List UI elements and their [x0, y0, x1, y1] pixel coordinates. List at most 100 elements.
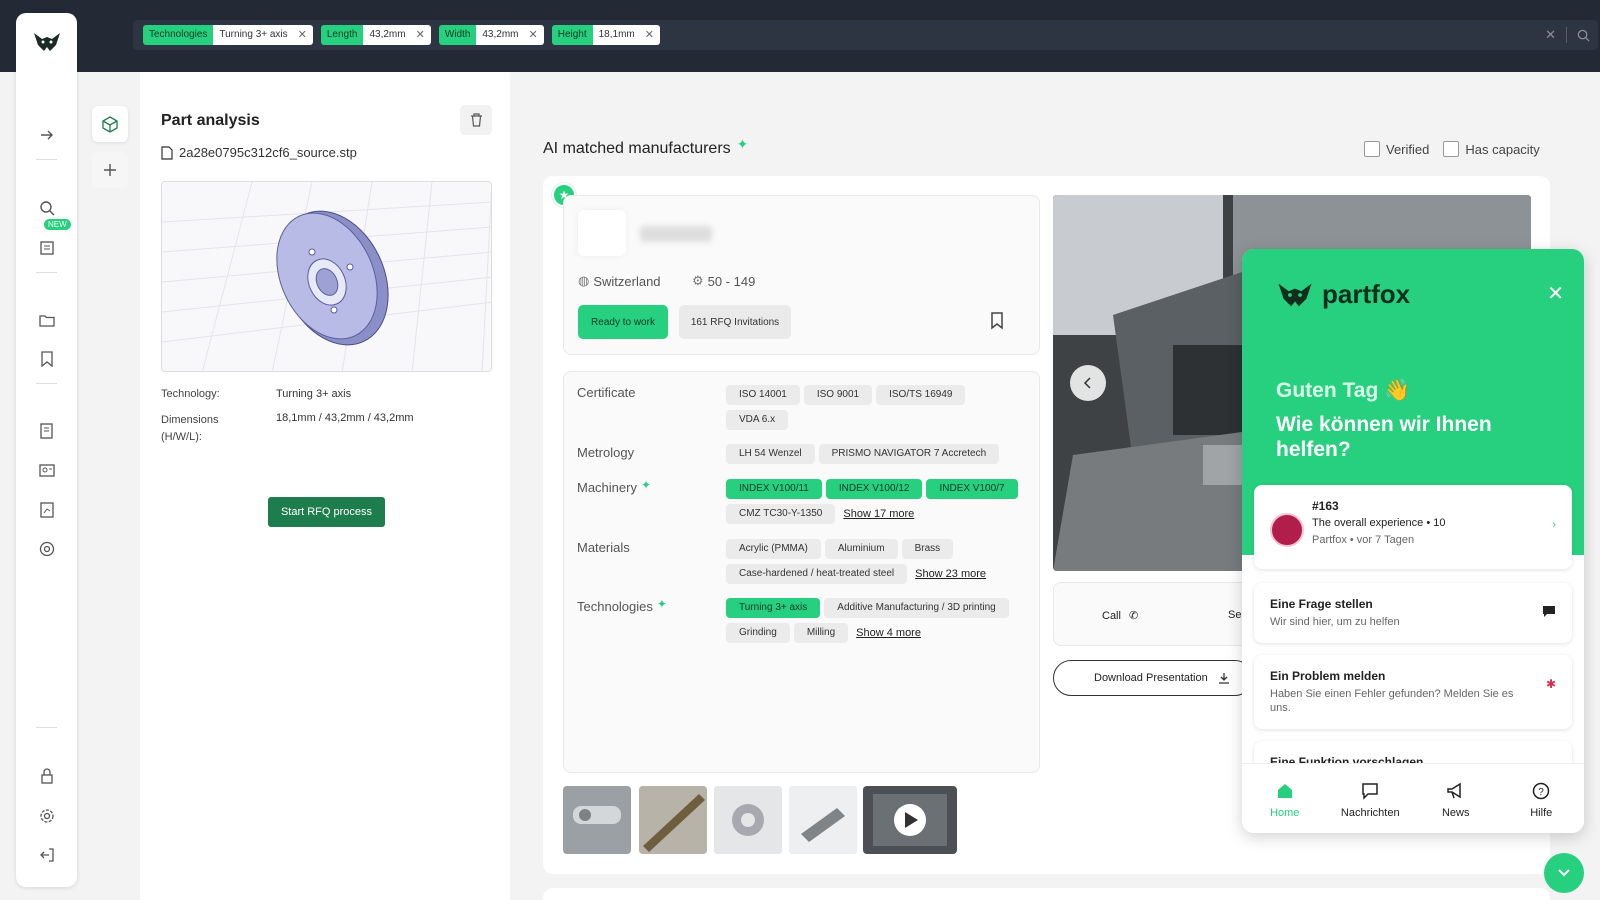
tab-news[interactable]: News [1413, 764, 1499, 833]
dimensions-value: 18,1mm / 43,2mm / 43,2mm [276, 412, 414, 424]
employee-count: ⚙ 50 - 149 [692, 273, 755, 289]
ask-question-card[interactable]: Eine Frage stellen Wir sind hier, um zu … [1254, 583, 1572, 643]
reports-icon[interactable] [16, 498, 77, 522]
bug-icon: ✱ [1545, 677, 1556, 691]
call-button[interactable]: Call ✆ [1102, 609, 1138, 623]
part-3d-icon[interactable] [92, 106, 128, 142]
widget-toggle-button[interactable] [1544, 853, 1584, 893]
close-icon[interactable]: ✕ [1547, 281, 1564, 306]
machinery-tags: INDEX V100/11 INDEX V100/12 INDEX V100/7… [726, 479, 1031, 529]
show-more-link[interactable]: Show 17 more [843, 504, 914, 524]
add-part-button[interactable] [92, 152, 128, 188]
delete-part-button[interactable] [460, 105, 492, 135]
download-presentation-button[interactable]: Download Presentation [1053, 660, 1253, 696]
close-icon[interactable]: ✕ [529, 25, 538, 45]
metrology-tags: LH 54 Wenzel PRISMO NAVIGATOR 7 Accretec… [726, 444, 1026, 469]
conversation-id: #163 [1312, 499, 1339, 513]
tab-label: News [1441, 806, 1470, 819]
help-circle-icon[interactable] [16, 537, 77, 561]
filter-value: 43,2mm [482, 29, 519, 40]
tag-matched: INDEX V100/11 [726, 479, 822, 499]
filter-value: 43,2mm [369, 29, 406, 40]
tag: PRISMO NAVIGATOR 7 Accretech [818, 444, 1000, 464]
filter-chip-length[interactable]: Length 43,2mm ✕ [320, 25, 431, 45]
lock-icon[interactable] [16, 764, 77, 788]
manufacturer-card-next [543, 888, 1550, 900]
widget-brand: partfox [1322, 279, 1411, 309]
tab-label: Hilfe [1530, 806, 1553, 819]
technologies-tags: Turning 3+ axis Additive Manufacturing /… [726, 598, 1026, 648]
search-icon[interactable] [1577, 29, 1590, 42]
clear-filters-icon[interactable]: ✕ [1545, 27, 1556, 43]
carousel-prev-button[interactable] [1070, 365, 1106, 401]
gallery-thumbnail[interactable] [789, 786, 857, 854]
bookmark-icon[interactable] [990, 312, 1004, 335]
country-text: Switzerland [593, 273, 661, 289]
tag: Aluminium [824, 539, 898, 559]
rfq-list-icon[interactable] [16, 236, 77, 260]
technologies-label: Technologies ✦ [577, 596, 667, 615]
section-title-text: AI matched manufacturers [543, 140, 731, 157]
report-sub: Haben Sie einen Fehler gefunden? Melden … [1270, 688, 1514, 714]
close-icon[interactable]: ✕ [298, 25, 307, 45]
sparkle-icon: ✦ [656, 596, 667, 611]
tag-matched: INDEX V100/7 [926, 479, 1018, 499]
tab-home[interactable]: Home [1242, 764, 1328, 833]
file-icon [161, 145, 173, 160]
source-file[interactable]: 2a28e0795c312cf6_source.stp [161, 145, 357, 160]
conversation-card[interactable]: #163 The overall experience • 10 Partfox… [1254, 485, 1572, 569]
orders-icon[interactable] [16, 419, 77, 443]
new-badge: NEW [44, 219, 71, 230]
filter-value: 18,1mm [598, 29, 635, 40]
tag-matched: Turning 3+ axis [726, 598, 821, 618]
send-button[interactable]: Se [1228, 609, 1241, 621]
trash-icon [470, 113, 482, 127]
gear-icon[interactable] [16, 804, 77, 828]
partfox-logo-icon[interactable] [16, 13, 77, 71]
logout-icon[interactable] [16, 843, 77, 867]
tab-messages[interactable]: Nachrichten [1328, 764, 1414, 833]
close-icon[interactable]: ✕ [645, 25, 654, 45]
tag: Case-hardened / heat-treated steel [726, 564, 908, 584]
partfox-logo-icon [1278, 283, 1312, 306]
tab-label: Nachrichten [1340, 806, 1400, 819]
expand-arrow-icon[interactable] [16, 123, 77, 147]
gallery-video-thumbnail[interactable] [863, 786, 957, 854]
show-more-link[interactable]: Show 23 more [915, 564, 986, 584]
filter-chip-height[interactable]: Height 18,1mm ✕ [551, 25, 660, 45]
sparkle-icon: ✦ [736, 135, 749, 152]
report-title: Ein Problem melden [1270, 669, 1386, 683]
tag: Grinding [726, 623, 790, 643]
gallery-thumbnail[interactable] [639, 786, 707, 854]
folder-icon[interactable] [16, 308, 77, 332]
gallery-thumbnail[interactable] [563, 786, 631, 854]
filter-chip-technologies[interactable]: Technologies Turning 3+ axis ✕ [143, 25, 313, 45]
section-title: AI matched manufacturers ✦ [543, 136, 748, 158]
megaphone-icon [1447, 782, 1461, 798]
filter-chip-width[interactable]: Width 43,2mm ✕ [438, 25, 544, 45]
metrology-label: Metrology [577, 445, 635, 460]
tag: LH 54 Wenzel [726, 444, 815, 464]
top-bar: Technologies Turning 3+ axis ✕ Length 43,… [0, 0, 1600, 72]
close-icon[interactable]: ✕ [416, 25, 425, 45]
tab-help[interactable]: ? Hilfe [1499, 764, 1585, 833]
rfq-invitations-badge[interactable]: 161 RFQ Invitations [679, 305, 791, 339]
verified-checkbox[interactable] [1364, 141, 1380, 157]
part-3d-viewer[interactable] [161, 181, 492, 372]
nav-rail: NEW [16, 13, 77, 887]
show-more-link[interactable]: Show 4 more [856, 623, 921, 643]
tag: Brass [901, 539, 954, 559]
manufacturer-name-blurred [640, 226, 712, 242]
widget-question: Wie können wir Ihnen helfen? [1276, 413, 1492, 461]
filter-bar[interactable]: Technologies Turning 3+ axis ✕ Length 43,… [133, 20, 1598, 50]
start-rfq-button[interactable]: Start RFQ process [268, 497, 385, 527]
contacts-icon[interactable] [16, 458, 77, 482]
tab-label: Home [1270, 806, 1300, 819]
dimensions-label: Dimensions (H/W/L): [161, 414, 219, 443]
gallery-thumbnail[interactable] [714, 786, 782, 854]
ready-to-work-badge[interactable]: Ready to work [578, 305, 668, 339]
report-problem-card[interactable]: Ein Problem melden Haben Sie einen Fehle… [1254, 655, 1572, 729]
search-icon[interactable] [16, 196, 77, 220]
bookmark-icon[interactable] [16, 347, 77, 371]
has-capacity-checkbox[interactable] [1443, 141, 1460, 157]
